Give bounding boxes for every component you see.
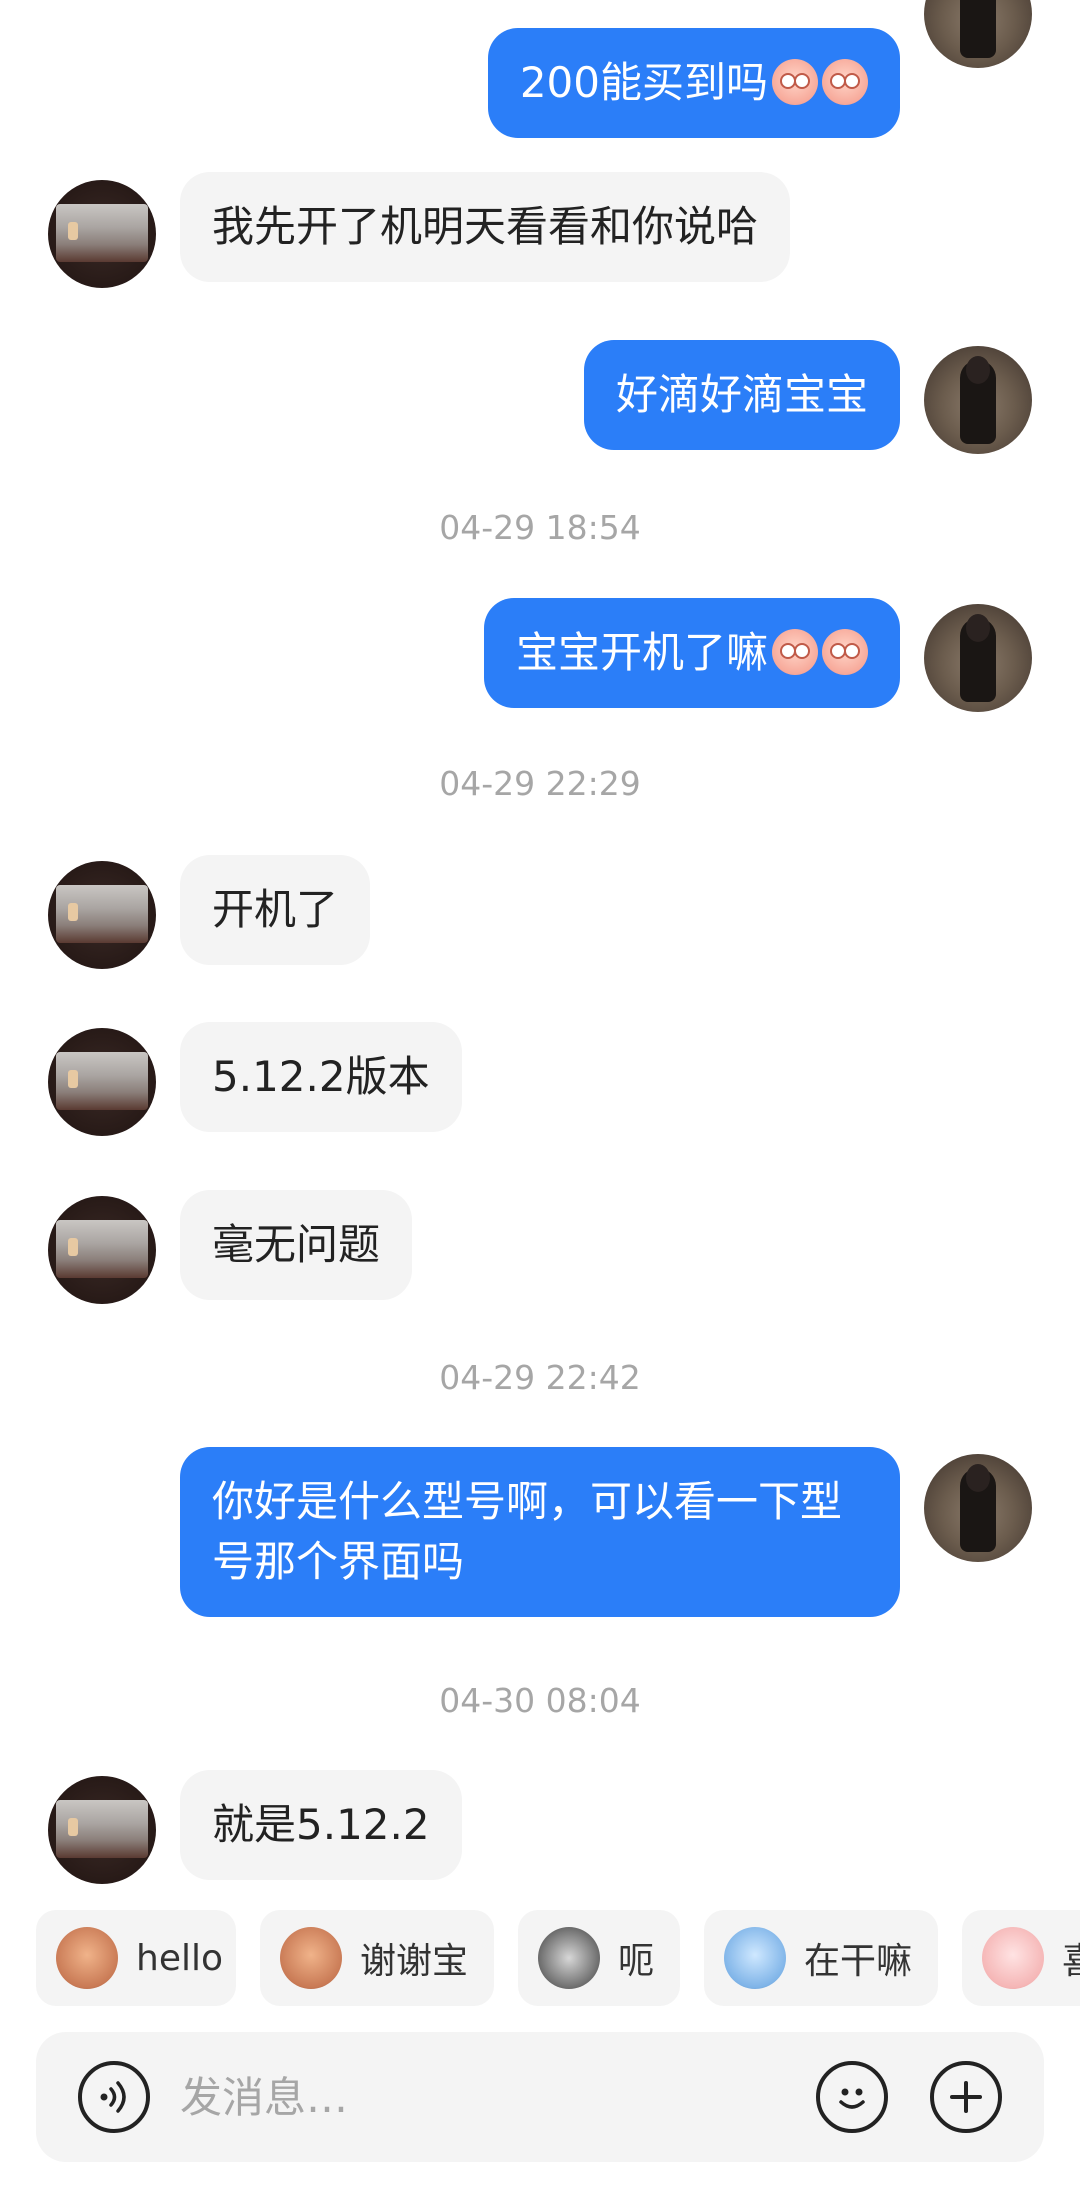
my-avatar[interactable] bbox=[924, 0, 1032, 68]
timestamp: 04-30 08:04 bbox=[439, 1681, 641, 1720]
quick-reply-label: 谢谢宝 bbox=[360, 1941, 469, 1982]
message-text: 毫无问题 bbox=[212, 1220, 381, 1269]
message-list[interactable]: 200能买到吗 我先开了机明天看看和你说哈 好滴好滴宝宝 04-29 18:54… bbox=[0, 0, 1080, 1900]
incoming-message[interactable]: 5.12.2版本 bbox=[180, 1022, 462, 1132]
message-text: 我先开了机明天看看和你说哈 bbox=[212, 202, 759, 251]
quick-reply-thanks[interactable]: 谢谢宝 bbox=[260, 1910, 494, 2006]
quick-reply-label: 在干嘛 bbox=[804, 1941, 913, 1982]
message-text: 你好是什么型号啊，可以看一下型号那个界面吗 bbox=[212, 1477, 843, 1586]
plus-glyph bbox=[950, 2081, 982, 2113]
message-input[interactable] bbox=[180, 2062, 780, 2132]
plus-icon[interactable] bbox=[930, 2061, 1002, 2133]
message-text: 就是5.12.2 bbox=[212, 1800, 430, 1849]
emoji-face-icon[interactable] bbox=[816, 2061, 888, 2133]
quick-reply-eh[interactable]: 呃 bbox=[518, 1910, 680, 2006]
chat-screen: 200能买到吗 我先开了机明天看看和你说哈 好滴好滴宝宝 04-29 18:54… bbox=[0, 0, 1080, 2187]
incoming-message[interactable]: 开机了 bbox=[180, 855, 371, 965]
message-text: 5.12.2版本 bbox=[212, 1052, 430, 1101]
message-input-bar bbox=[36, 2032, 1044, 2162]
quick-reply-bar[interactable]: hello 谢谢宝 呃 在干嘛 喜 bbox=[0, 1910, 1080, 2010]
outgoing-message[interactable]: 200能买到吗 bbox=[487, 28, 900, 138]
incoming-message[interactable]: 我先开了机明天看看和你说哈 bbox=[180, 172, 791, 282]
quick-reply-what-doing[interactable]: 在干嘛 bbox=[704, 1910, 938, 2006]
outgoing-message[interactable]: 宝宝开机了嘛 bbox=[483, 598, 900, 708]
message-text: 200能买到吗 bbox=[519, 58, 768, 107]
message-text: 开机了 bbox=[212, 885, 339, 934]
voice-icon-glyph bbox=[100, 2081, 126, 2113]
monkey-sticker-icon bbox=[56, 1927, 118, 1989]
outgoing-message[interactable]: 好滴好滴宝宝 bbox=[583, 340, 900, 450]
contact-avatar[interactable] bbox=[48, 1028, 156, 1136]
cat-sticker-icon bbox=[538, 1927, 600, 1989]
emoji-face-glyph bbox=[839, 2088, 865, 2109]
pleading-emoji bbox=[822, 629, 868, 675]
voice-icon[interactable] bbox=[78, 2061, 150, 2133]
crying-emoji bbox=[822, 59, 868, 105]
crying-emoji bbox=[772, 59, 818, 105]
timestamp: 04-29 18:54 bbox=[439, 508, 641, 547]
pleading-emoji bbox=[772, 629, 818, 675]
outgoing-message[interactable]: 你好是什么型号啊，可以看一下型号那个界面吗 bbox=[180, 1447, 900, 1617]
my-avatar[interactable] bbox=[924, 604, 1032, 712]
message-text: 宝宝开机了嘛 bbox=[515, 628, 768, 677]
quick-reply-label: 喜 bbox=[1062, 1932, 1080, 1984]
contact-avatar[interactable] bbox=[48, 180, 156, 288]
quick-reply-label: 呃 bbox=[618, 1941, 655, 1982]
girl-magnifier-sticker-icon bbox=[724, 1927, 786, 1989]
quick-reply-label: hello bbox=[136, 1937, 223, 1979]
quick-reply-happy[interactable]: 喜 bbox=[962, 1910, 1080, 2006]
message-text: 好滴好滴宝宝 bbox=[615, 370, 868, 419]
contact-avatar[interactable] bbox=[48, 861, 156, 969]
my-avatar[interactable] bbox=[924, 346, 1032, 454]
contact-avatar[interactable] bbox=[48, 1776, 156, 1884]
contact-avatar[interactable] bbox=[48, 1196, 156, 1304]
my-avatar[interactable] bbox=[924, 1454, 1032, 1562]
incoming-message[interactable]: 毫无问题 bbox=[180, 1190, 413, 1300]
incoming-message[interactable]: 就是5.12.2 bbox=[180, 1770, 462, 1880]
pig-sticker-icon bbox=[982, 1927, 1044, 1989]
timestamp: 04-29 22:42 bbox=[439, 1358, 641, 1397]
monkey-flower-sticker-icon bbox=[280, 1927, 342, 1989]
timestamp: 04-29 22:29 bbox=[439, 764, 641, 803]
quick-reply-hello[interactable]: hello bbox=[36, 1910, 236, 2006]
